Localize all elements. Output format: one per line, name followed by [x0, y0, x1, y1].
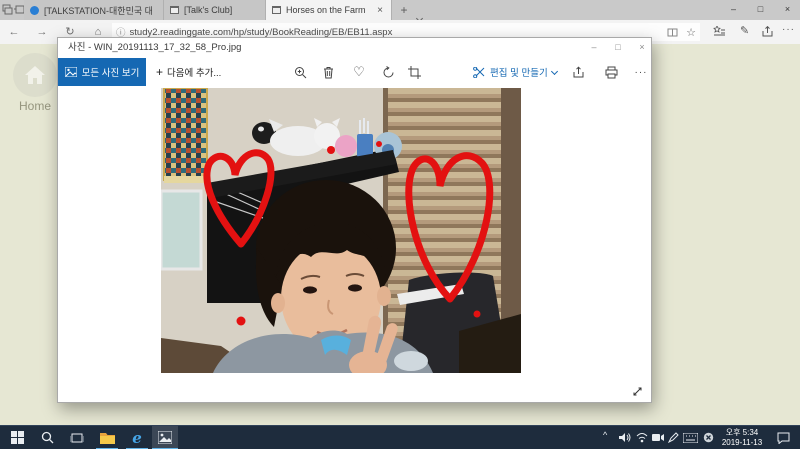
browser-more-icon[interactable]: ··· [782, 24, 795, 35]
see-all-photos-label: 모든 사진 보기 [82, 65, 140, 79]
start-button[interactable] [4, 426, 30, 449]
photos-maximize-button[interactable]: □ [606, 38, 630, 58]
scissors-icon [473, 67, 486, 78]
photos-app-window: 사진 - WIN_20191113_17_32_58_Pro.jpg – □ ×… [57, 37, 652, 403]
favorite-star-icon[interactable]: ☆ [686, 26, 696, 39]
photos-close-button[interactable]: × [630, 38, 654, 58]
taskbar-clock[interactable]: 오후 5:34 2019-11-13 [716, 428, 768, 448]
photos-minimize-button[interactable]: – [582, 38, 606, 58]
favorites-hub-icon[interactable] [712, 26, 726, 38]
picture-icon [65, 67, 77, 77]
see-all-photos-button[interactable]: 모든 사진 보기 [58, 58, 146, 86]
photos-more-icon[interactable]: ··· [632, 63, 650, 81]
desktop-screen: [TALKSTATION-대한민국 대 [Talk's Club] Horses… [0, 0, 800, 449]
print-icon[interactable] [602, 63, 620, 81]
browser-minimize-button[interactable]: – [720, 0, 747, 20]
add-to-label: 다음에 추가... [167, 65, 221, 79]
search-icon[interactable] [34, 426, 60, 449]
task-view-icon[interactable] [64, 426, 90, 449]
rotate-icon[interactable] [379, 63, 397, 81]
volume-icon[interactable] [616, 426, 634, 449]
photos-window-title: 사진 - WIN_20191113_17_32_58_Pro.jpg [68, 38, 241, 58]
browser-maximize-button[interactable]: □ [747, 0, 774, 20]
tab-label: [TALKSTATION-대한민국 대 [44, 4, 157, 17]
clock-date: 2019-11-13 [716, 438, 768, 448]
action-center-icon[interactable] [770, 426, 796, 449]
tab-horses-on-the-farm[interactable]: Horses on the Farm × [266, 0, 392, 20]
clock-time: 오후 5:34 [716, 428, 768, 438]
add-to-button[interactable]: + 다음에 추가... [156, 58, 221, 86]
delete-icon[interactable] [319, 63, 337, 81]
photos-content-area [58, 86, 651, 402]
tab-preview-icon[interactable] [2, 4, 13, 15]
tab-favicon [170, 6, 179, 14]
back-icon[interactable]: ← [2, 20, 26, 44]
tab-talkstation[interactable]: [TALKSTATION-대한민국 대 [24, 0, 164, 20]
annotate-pen-icon[interactable]: ✎ [740, 24, 749, 37]
tab-favicon [30, 6, 39, 15]
photos-share-icon[interactable] [569, 63, 587, 81]
tray-expand-icon[interactable]: ^ [603, 430, 607, 440]
expand-fullscreen-icon[interactable] [628, 382, 646, 400]
share-icon[interactable] [761, 26, 774, 38]
crop-icon[interactable] [405, 63, 423, 81]
edit-and-create-button[interactable]: 편집 및 만들기 [473, 58, 557, 86]
tab-label: [Talk's Club] [184, 5, 259, 15]
reading-view-icon[interactable] [667, 27, 678, 38]
browser-close-button[interactable]: × [774, 0, 800, 20]
taskbar: e ^ 오후 5:34 2019-11-13 [0, 425, 800, 449]
tab-close-icon[interactable]: × [375, 5, 385, 16]
tab-talks-club[interactable]: [Talk's Club] [164, 0, 266, 20]
browser-tab-bar: [TALKSTATION-대한민국 대 [Talk's Club] Horses… [0, 0, 800, 20]
photos-app-icon[interactable] [152, 426, 178, 449]
photo-image [161, 88, 521, 373]
status-circle-icon[interactable] [699, 426, 717, 449]
photos-toolbar: 모든 사진 보기 + 다음에 추가... ♡ [58, 58, 651, 86]
house-icon [23, 64, 47, 86]
edge-browser-icon[interactable]: e [124, 426, 150, 449]
chevron-down-icon [551, 67, 558, 74]
forward-icon[interactable]: → [30, 20, 54, 44]
plus-icon: + [156, 65, 163, 79]
tab-favicon [272, 6, 281, 14]
tab-label: Horses on the Farm [286, 5, 370, 15]
new-tab-button[interactable]: + [396, 0, 412, 20]
zoom-icon[interactable] [291, 63, 309, 81]
file-explorer-icon[interactable] [94, 426, 120, 449]
url-text: study2.readinggate.com/hp/study/BookRead… [130, 27, 668, 38]
touch-keyboard-icon[interactable] [680, 426, 700, 449]
favorite-heart-icon[interactable]: ♡ [350, 63, 368, 81]
webpage-home-button[interactable] [13, 53, 57, 97]
edit-and-create-label: 편집 및 만들기 [490, 65, 548, 79]
